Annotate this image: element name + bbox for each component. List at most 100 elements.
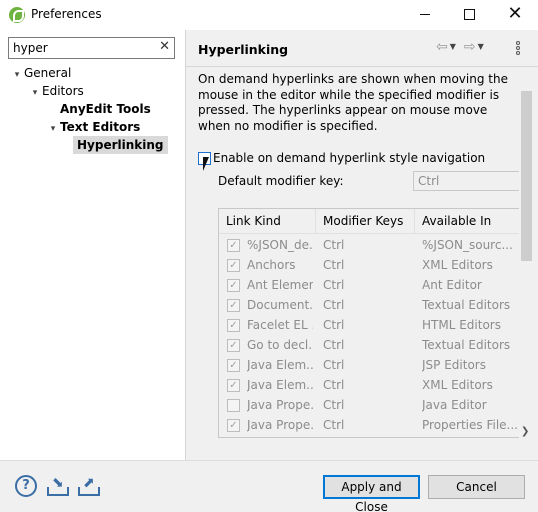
row-checkbox[interactable]: [227, 399, 240, 412]
close-icon: ✕: [507, 3, 523, 24]
preference-page: Hyperlinking ⇦ ▼ ⇨ ▼ On demand hyperlinks a…: [186, 30, 538, 460]
cell-link-kind: Facelet EL ...: [247, 318, 313, 332]
cell-available-in: Java Editor: [422, 398, 487, 412]
row-checkbox[interactable]: ✓: [227, 339, 240, 352]
row-checkbox[interactable]: ✓: [227, 379, 240, 392]
cell-modifier-keys: Ctrl: [323, 338, 345, 352]
table-row[interactable]: ✓ Facelet EL ... Ctrl HTML Editors: [219, 315, 519, 335]
back-dropdown-icon[interactable]: ▼: [450, 42, 456, 51]
close-button[interactable]: ✕: [492, 0, 538, 30]
cell-link-kind: Go to decl...: [247, 338, 313, 352]
cell-available-in: Textual Editors: [422, 298, 511, 312]
tree-item-anyedit-tools[interactable]: AnyEdit Tools: [60, 100, 151, 118]
row-checkbox[interactable]: ✓: [227, 299, 240, 312]
cancel-button[interactable]: Cancel: [428, 475, 525, 499]
page-description: On demand hyperlinks are shown when movi…: [198, 72, 508, 133]
tree-item-general[interactable]: ▾ General: [10, 64, 72, 84]
row-checkbox[interactable]: ✓: [227, 419, 240, 432]
cell-link-kind: Java Prope...: [247, 418, 313, 432]
navigation-toolbar: ⇦ ▼ ⇨ ▼: [436, 39, 492, 55]
tree-item-hyperlinking[interactable]: Hyperlinking: [73, 136, 168, 154]
table-row[interactable]: Java Prope... Ctrl Java Editor: [219, 395, 519, 415]
enable-hyperlink-label: Enable on demand hyperlink style navigat…: [213, 151, 486, 165]
table-row[interactable]: ✓ Java Elem... Ctrl JSP Editors: [219, 355, 519, 375]
maximize-icon: [463, 9, 475, 20]
minimize-button[interactable]: [402, 0, 448, 30]
modifier-key-field[interactable]: Ctrl: [413, 171, 519, 191]
cell-available-in: Ant Editor: [422, 278, 482, 292]
tree-item-text-editors[interactable]: ▾ Text Editors: [46, 118, 141, 138]
tree-item-label: General: [24, 66, 72, 80]
table-header: Link Kind Modifier Keys Available In: [219, 209, 519, 234]
table-row[interactable]: ✓ Document... Ctrl Textual Editors: [219, 295, 519, 315]
forward-dropdown-icon[interactable]: ▼: [478, 42, 484, 51]
help-icon[interactable]: ?: [15, 475, 37, 497]
tree-item-editors[interactable]: ▾ Editors: [28, 82, 84, 100]
column-header-link-kind[interactable]: Link Kind: [219, 209, 316, 234]
expand-arrow-icon[interactable]: ▾: [10, 66, 24, 84]
table-row[interactable]: ✓ Anchors Ctrl XML Editors: [219, 255, 519, 275]
maximize-button[interactable]: [446, 0, 492, 30]
clear-filter-icon[interactable]: ✕: [159, 39, 170, 54]
export-icon[interactable]: ⬈: [77, 475, 101, 497]
vertical-scrollbar[interactable]: ❯: [520, 67, 534, 437]
modifier-key-label: Default modifier key:: [218, 174, 344, 188]
table-row[interactable]: ✓ Java Prope... Ctrl Properties File...: [219, 415, 519, 435]
cell-link-kind: Java Elem...: [247, 378, 313, 392]
cell-modifier-keys: Ctrl: [323, 418, 345, 432]
cell-link-kind: Anchors: [247, 258, 296, 272]
cell-available-in: Properties File...: [422, 418, 518, 432]
row-checkbox[interactable]: ✓: [227, 259, 240, 272]
tree-item-label: Text Editors: [60, 120, 141, 134]
tree-item-label: Editors: [42, 84, 84, 98]
mouse-cursor-icon: [203, 157, 215, 171]
row-checkbox[interactable]: ✓: [227, 239, 240, 252]
cell-available-in: XML Editors: [422, 258, 493, 272]
dialog-footer: ? ⬊ ⬈ Apply and Close Cancel: [0, 461, 538, 512]
row-checkbox[interactable]: ✓: [227, 279, 240, 292]
minimize-icon: [420, 14, 430, 15]
cell-modifier-keys: Ctrl: [323, 298, 345, 312]
cell-link-kind: Ant Element: [247, 278, 313, 292]
import-icon[interactable]: ⬊: [46, 475, 70, 497]
back-arrow-icon[interactable]: ⇦: [436, 39, 448, 55]
cell-modifier-keys: Ctrl: [323, 318, 345, 332]
cell-available-in: JSP Editors: [422, 358, 486, 372]
table-row[interactable]: ✓ Java Elem... Ctrl XML Editors: [219, 375, 519, 395]
apply-and-close-button[interactable]: Apply and Close: [323, 475, 420, 512]
cell-available-in: Textual Editors: [422, 338, 511, 352]
cell-available-in: XML Editors: [422, 378, 493, 392]
link-kind-table: Link Kind Modifier Keys Available In ✓ %J…: [218, 208, 519, 438]
row-checkbox[interactable]: ✓: [227, 319, 240, 332]
preference-tree-panel: ✕ ▾General ▾Editors AnyEdit Tools ▾Text …: [0, 30, 185, 460]
cell-modifier-keys: Ctrl: [323, 358, 345, 372]
filter-input[interactable]: [9, 38, 149, 58]
cell-modifier-keys: Ctrl: [323, 278, 345, 292]
row-checkbox[interactable]: ✓: [227, 359, 240, 372]
page-content: On demand hyperlinks are shown when movi…: [186, 67, 519, 460]
view-menu-icon[interactable]: [516, 41, 522, 57]
table-row[interactable]: ✓ Ant Element Ctrl Ant Editor: [219, 275, 519, 295]
cell-available-in: %JSON_sourc...: [422, 238, 513, 252]
cell-modifier-keys: Ctrl: [323, 398, 345, 412]
expand-arrow-icon[interactable]: ▾: [46, 120, 60, 138]
cell-link-kind: %JSON_de...: [247, 238, 313, 252]
table-row[interactable]: ✓ %JSON_de... Ctrl %JSON_sourc...: [219, 235, 519, 255]
cell-modifier-keys: Ctrl: [323, 238, 345, 252]
spring-leaf-icon: [9, 7, 25, 23]
cell-modifier-keys: Ctrl: [323, 378, 345, 392]
table-row[interactable]: ✓ Go to decl... Ctrl Textual Editors: [219, 335, 519, 355]
tree-item-label: Hyperlinking: [77, 138, 164, 152]
filter-box: ✕: [8, 37, 175, 59]
enable-hyperlink-option[interactable]: Enable on demand hyperlink style navigat…: [198, 151, 485, 167]
cell-available-in: HTML Editors: [422, 318, 501, 332]
scroll-down-icon[interactable]: ❯: [521, 426, 529, 437]
forward-arrow-icon[interactable]: ⇨: [464, 39, 476, 55]
column-header-available-in[interactable]: Available In: [415, 209, 519, 234]
expand-arrow-icon[interactable]: ▾: [28, 84, 42, 102]
page-title: Hyperlinking: [198, 42, 289, 57]
column-header-modifier-keys[interactable]: Modifier Keys: [316, 209, 415, 234]
cell-modifier-keys: Ctrl: [323, 258, 345, 272]
vertical-scroll-thumb[interactable]: [521, 91, 532, 261]
window-title: Preferences: [31, 7, 102, 21]
